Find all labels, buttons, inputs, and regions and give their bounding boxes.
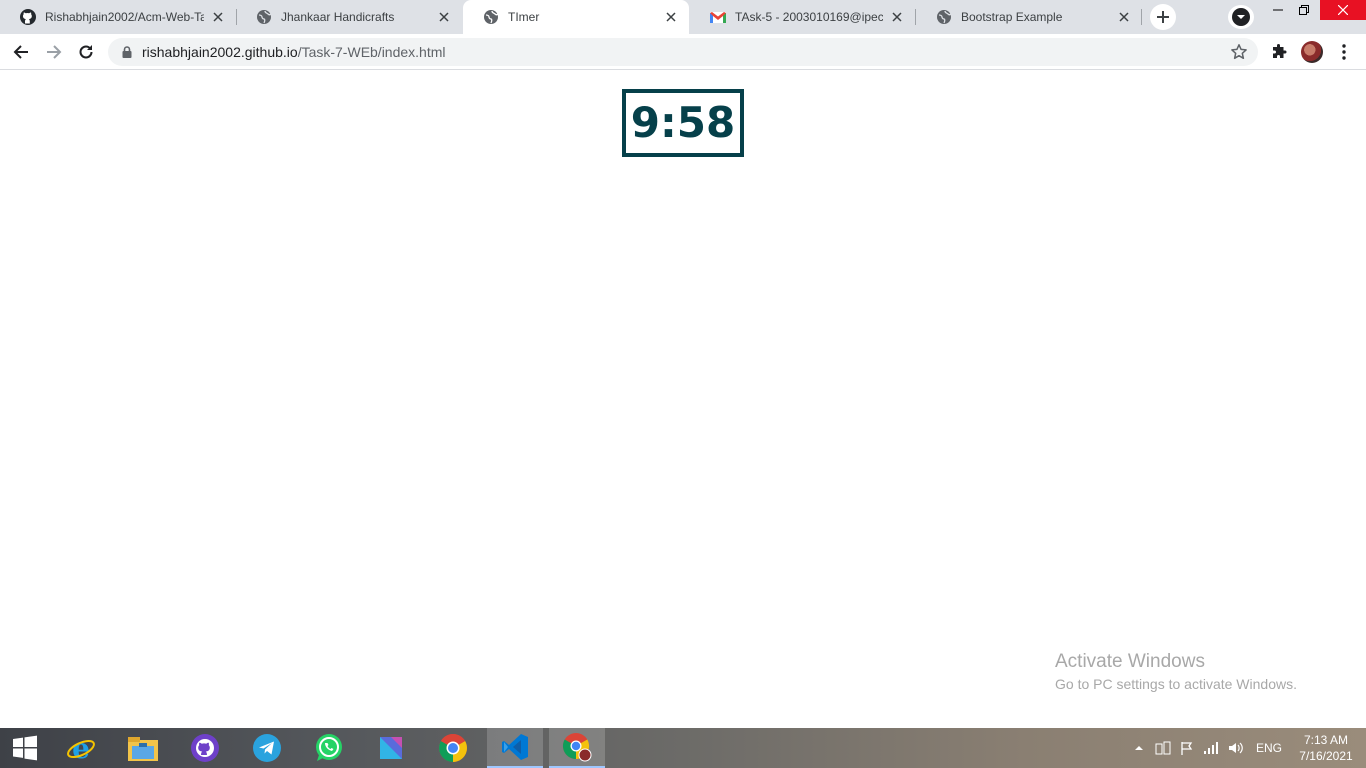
taskbar-internet-explorer[interactable]: e [53, 728, 109, 768]
clock-time: 7:13 AM [1303, 733, 1349, 747]
close-icon[interactable] [210, 9, 226, 25]
chrome-icon [439, 734, 467, 762]
github-desktop-icon [191, 734, 219, 762]
tab-jhankaar[interactable]: Jhankaar Handicrafts [236, 0, 462, 34]
plus-icon [1157, 11, 1169, 23]
clock-date: 7/16/2021 [1299, 749, 1353, 763]
tab-title: Jhankaar Handicrafts [281, 10, 395, 24]
windows-start-icon [13, 735, 37, 761]
flag-icon [1181, 742, 1193, 755]
close-icon[interactable] [436, 9, 452, 25]
url-text: rishabhjain2002.github.io/Task-7-WEb/ind… [142, 45, 446, 59]
taskbar-whatsapp[interactable] [301, 728, 357, 768]
minimize-icon [1273, 9, 1283, 11]
chevron-down-icon [1232, 8, 1250, 26]
browser-toolbar: rishabhjain2002.github.io/Task-7-WEb/ind… [0, 34, 1366, 70]
tray-volume-button[interactable] [1226, 728, 1246, 768]
globe-icon [256, 9, 272, 25]
start-button[interactable] [0, 728, 50, 768]
tray-device-button[interactable] [1154, 728, 1172, 768]
github-icon [20, 9, 36, 25]
tab-github-repo[interactable]: Rishabhjain2002/Acm-Web-Ta [0, 0, 236, 34]
store-app-icon [380, 737, 402, 759]
restore-button[interactable] [1284, 0, 1324, 20]
gmail-icon [710, 9, 726, 25]
taskbar-store-app[interactable] [363, 728, 419, 768]
globe-icon [483, 9, 499, 25]
volume-icon [1229, 742, 1243, 754]
tab-bootstrap[interactable]: Bootstrap Example [916, 0, 1142, 34]
tab-strip: Rishabhjain2002/Acm-Web-Ta Jhankaar Hand… [0, 0, 1366, 34]
address-bar[interactable]: rishabhjain2002.github.io/Task-7-WEb/ind… [108, 38, 1258, 66]
taskbar-chrome[interactable] [425, 728, 481, 768]
chevron-up-icon [1135, 746, 1143, 750]
close-icon[interactable] [1116, 9, 1132, 25]
url-host: rishabhjain2002.github.io [142, 44, 298, 60]
tab-timer[interactable]: TImer [463, 0, 689, 34]
reload-icon [79, 45, 93, 59]
close-icon[interactable] [663, 9, 679, 25]
windows-taskbar: e ENG 7:13 AM 7/16/2021 [0, 728, 1366, 768]
taskbar-vscode[interactable] [487, 728, 543, 768]
tray-language[interactable]: ENG [1252, 728, 1286, 768]
chrome-menu-button[interactable] [1330, 38, 1358, 66]
tray-action-center-flag[interactable] [1178, 728, 1196, 768]
signal-icon [1204, 742, 1218, 754]
puzzle-icon [1273, 44, 1287, 58]
taskbar-file-explorer[interactable] [115, 728, 171, 768]
arrow-right-icon [47, 45, 62, 59]
timer-value: 9:58 [630, 98, 736, 147]
file-explorer-icon [128, 737, 158, 761]
svg-text:e: e [72, 733, 90, 763]
watermark-title: Activate Windows [1055, 651, 1205, 672]
vscode-icon [502, 734, 528, 760]
taskbar-telegram[interactable] [239, 728, 295, 768]
taskbar-chrome-profile[interactable] [549, 728, 605, 768]
arrow-left-icon [13, 45, 28, 59]
activate-windows-watermark: Activate Windows Go to PC settings to ac… [1055, 651, 1297, 694]
url-path: /Task-7-WEb/index.html [297, 44, 446, 60]
close-icon [1338, 5, 1348, 15]
restore-icon [1299, 5, 1309, 15]
show-hidden-icons-button[interactable] [1132, 728, 1146, 768]
forward-button[interactable] [40, 38, 68, 66]
close-icon[interactable] [889, 9, 905, 25]
back-button[interactable] [7, 38, 35, 66]
more-vert-icon [1342, 44, 1346, 60]
tab-title: Bootstrap Example [961, 10, 1063, 24]
tab-title: TAsk-5 - 2003010169@ipec.org [735, 10, 883, 24]
new-tab-button[interactable] [1149, 4, 1177, 30]
timer-display: 9:58 [622, 89, 744, 157]
tab-title: Rishabhjain2002/Acm-Web-Ta [45, 10, 204, 24]
tab-title: TImer [508, 10, 540, 24]
window-close-button[interactable] [1320, 0, 1366, 20]
telegram-icon [253, 734, 281, 762]
star-icon[interactable] [1230, 43, 1248, 61]
reload-button[interactable] [72, 38, 100, 66]
tab-gmail[interactable]: TAsk-5 - 2003010169@ipec.org [690, 0, 915, 34]
device-icon [1155, 741, 1171, 755]
extensions-button[interactable] [1265, 38, 1293, 66]
lock-icon[interactable] [120, 45, 134, 59]
chrome-profile-icon [562, 733, 592, 762]
taskbar-clock[interactable]: 7:13 AM 7/16/2021 [1290, 732, 1362, 764]
taskbar-github-desktop[interactable] [177, 728, 233, 768]
profile-avatar[interactable] [1301, 41, 1323, 63]
globe-icon [936, 9, 952, 25]
watermark-subtitle: Go to PC settings to activate Windows. [1055, 676, 1297, 692]
tray-network-button[interactable] [1202, 728, 1220, 768]
internet-explorer-icon: e [67, 733, 95, 763]
whatsapp-icon [316, 734, 342, 761]
tab-separator [1141, 9, 1142, 25]
tab-search-button[interactable] [1228, 5, 1254, 29]
